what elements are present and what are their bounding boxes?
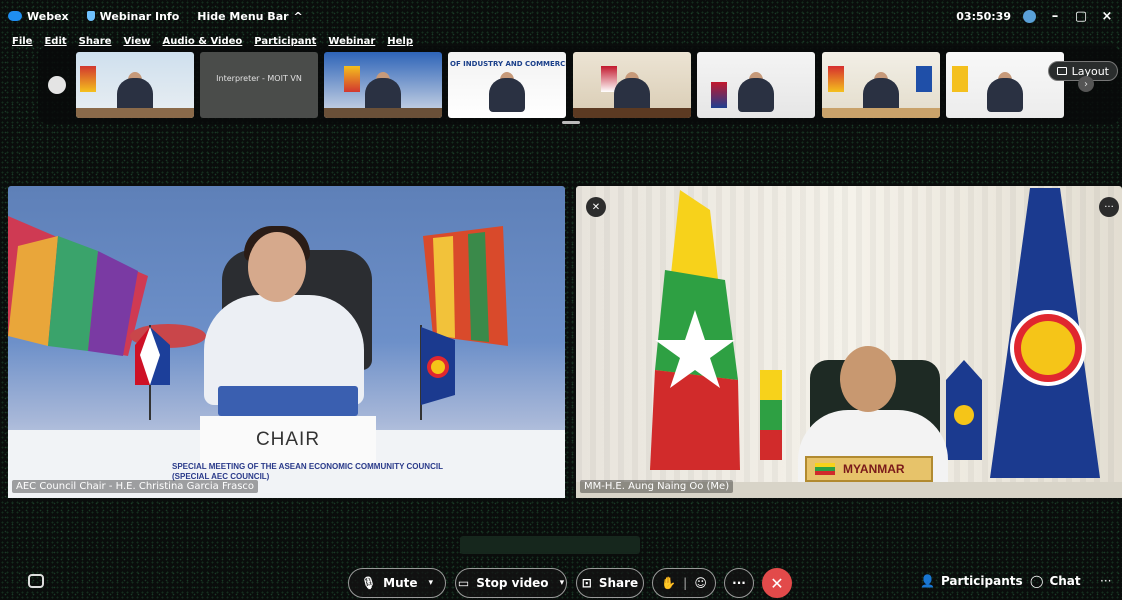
participants-icon: 👤: [920, 574, 935, 588]
mute-button[interactable]: 🎙 Mute ▾: [348, 568, 446, 598]
menu-share[interactable]: Share: [79, 36, 112, 47]
philippines-flag: [135, 325, 170, 420]
raise-hand-reactions-button[interactable]: ✋ | ☺: [652, 568, 716, 598]
menu-help[interactable]: Help: [387, 36, 413, 47]
webex-logo-icon: [8, 11, 22, 21]
filmstrip-resize-handle[interactable]: [562, 121, 580, 124]
menu-file[interactable]: File: [12, 36, 32, 47]
layout-icon: [1056, 67, 1067, 75]
filmstrip-next-icon[interactable]: ›: [1078, 76, 1094, 92]
restore-button[interactable]: ▢: [1074, 9, 1088, 24]
asean-flag-small: [946, 360, 982, 460]
more-options-icon[interactable]: ···: [1099, 197, 1119, 217]
chair-placard: CHAIR: [200, 416, 376, 464]
chat-button[interactable]: ◯ Chat: [1030, 574, 1081, 588]
raise-hand-icon[interactable]: ✋: [661, 576, 676, 590]
myanmar-placard: MYANMAR: [805, 456, 933, 482]
laptop: [218, 386, 358, 416]
meeting-title-banner: SPECIAL MEETING OF THE ASEAN ECONOMIC CO…: [172, 462, 443, 481]
minimize-button[interactable]: –: [1048, 9, 1062, 24]
mini-window: [460, 536, 640, 554]
menu-participant[interactable]: Participant: [254, 36, 316, 47]
participant-name-me: MM-H.E. Aung Naing Oo (Me): [580, 480, 734, 493]
reactions-icon[interactable]: ☺: [694, 576, 707, 590]
participant-thumbnail[interactable]: [76, 52, 194, 118]
menu-webinar[interactable]: Webinar: [328, 36, 375, 47]
stop-video-button[interactable]: ▭ Stop video ▾: [455, 568, 567, 598]
meeting-timer: 03:50:39: [956, 9, 1011, 23]
captions-icon[interactable]: [28, 574, 44, 588]
video-camera-icon: ▭: [457, 576, 470, 590]
menu-audio-video[interactable]: Audio & Video: [162, 36, 242, 47]
asean-flag: [420, 325, 455, 420]
shield-icon: [86, 11, 95, 21]
participant-thumbnail[interactable]: OF INDUSTRY AND COMMERCE: [448, 52, 566, 118]
myanmar-flag: [650, 190, 740, 470]
participant-thumbnail[interactable]: [822, 52, 940, 118]
participant-thumbnail[interactable]: [573, 52, 691, 118]
overflow-menu-icon[interactable]: ···: [1100, 574, 1111, 588]
chevron-down-icon[interactable]: ▾: [560, 578, 565, 588]
menu-edit[interactable]: Edit: [44, 36, 66, 47]
status-icon[interactable]: [1023, 9, 1036, 23]
title-bar: Webex Webinar Info Hide Menu Bar ^ 03:50…: [0, 0, 1122, 32]
interpreter-thumbnail[interactable]: Interpreter - MOIT VN: [200, 52, 318, 118]
filmstrip-self-view-icon[interactable]: [48, 76, 66, 94]
participant-thumbnail[interactable]: [324, 52, 442, 118]
menu-view[interactable]: View: [123, 36, 150, 47]
close-button[interactable]: ×: [1100, 9, 1114, 24]
end-meeting-button[interactable]: ✕: [762, 568, 792, 598]
myanmar-flag-icon: [815, 463, 835, 475]
chevron-down-icon[interactable]: ▾: [429, 578, 434, 588]
chat-icon: ◯: [1030, 574, 1044, 588]
hide-menu-bar-button[interactable]: Hide Menu Bar ^: [197, 10, 303, 23]
unpin-icon[interactable]: ✕: [586, 197, 606, 217]
participant-thumbnail[interactable]: [946, 52, 1064, 118]
share-button[interactable]: ⊡ Share: [576, 568, 644, 598]
share-screen-icon: ⊡: [581, 576, 592, 590]
participant-thumbnail[interactable]: [697, 52, 815, 118]
chevron-up-icon: ^: [293, 9, 303, 23]
more-button[interactable]: ···: [724, 568, 754, 598]
microphone-icon: 🎙: [360, 576, 377, 590]
myanmar-flag-small: [760, 370, 782, 460]
asean-flag: [990, 188, 1100, 478]
participant-name-chair: AEC Council Chair - H.E. Christina Garci…: [12, 480, 259, 493]
webinar-info-button[interactable]: Webinar Info: [86, 10, 179, 23]
participants-button[interactable]: 👤 Participants: [920, 574, 1023, 588]
webex-app-label: Webex: [8, 10, 69, 23]
